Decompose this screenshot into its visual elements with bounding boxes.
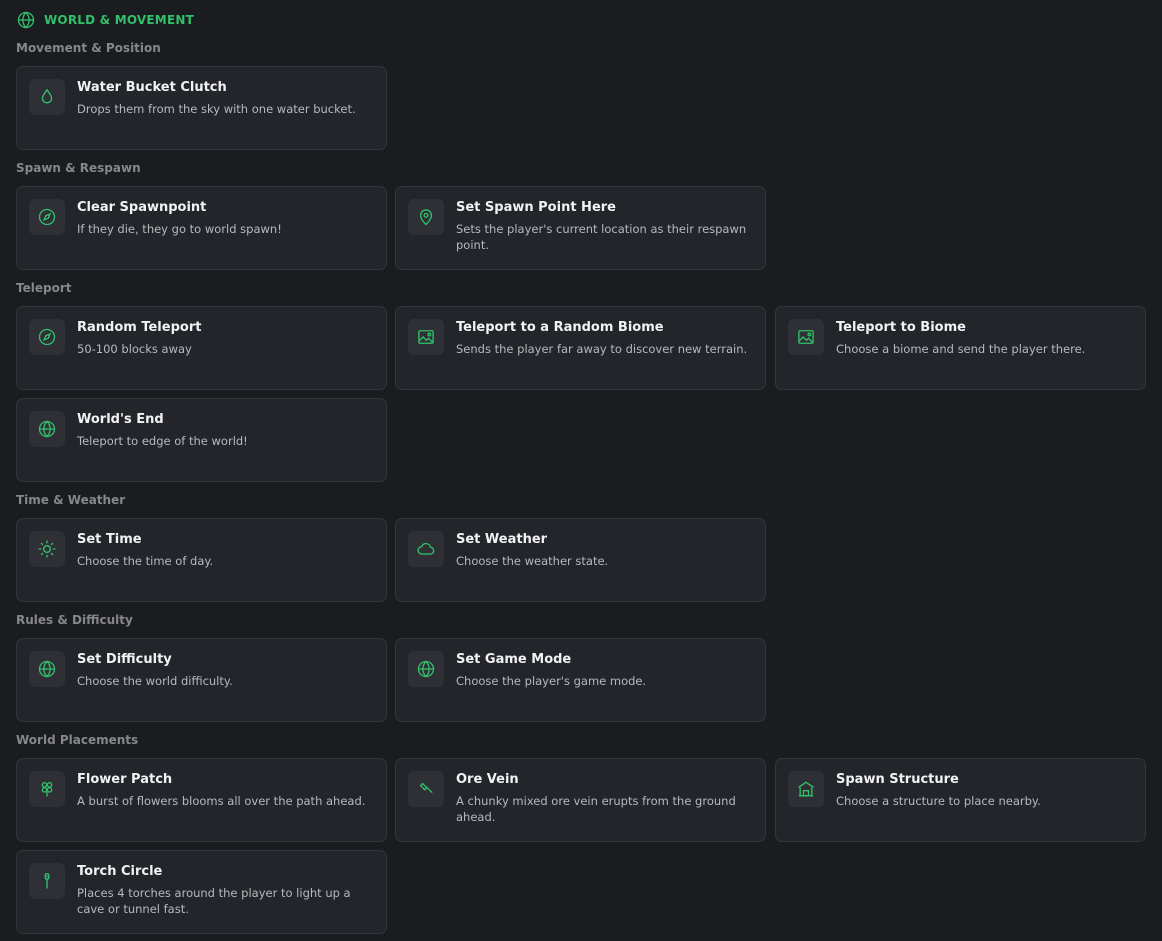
- compass-icon: [29, 199, 65, 235]
- droplet-icon: [29, 79, 65, 115]
- card-description: A chunky mixed ore vein erupts from the …: [456, 794, 736, 824]
- card-description: Sets the player's current location as th…: [456, 222, 747, 252]
- sun-icon: [29, 531, 65, 567]
- section-label-time-weather: Time & Weather: [16, 493, 126, 507]
- flower-icon: [29, 771, 65, 807]
- card-description: Choose the weather state.: [456, 554, 609, 568]
- page-title: WORLD & MOVEMENT: [44, 13, 194, 27]
- card-torch-circle[interactable]: Torch Circle Places 4 torches around the…: [16, 850, 387, 934]
- card-title: Flower Patch: [77, 772, 173, 787]
- card-ore-vein[interactable]: Ore Vein A chunky mixed ore vein erupts …: [395, 758, 766, 842]
- card-clear-spawnpoint[interactable]: Clear Spawnpoint If they die, they go to…: [16, 186, 387, 270]
- pickaxe-icon: [408, 771, 444, 807]
- house-icon: [788, 771, 824, 807]
- globe-icon: [29, 411, 65, 447]
- section-label-world-placements: World Placements: [16, 733, 139, 747]
- globe-icon: [29, 651, 65, 687]
- cloud-icon: [408, 531, 444, 567]
- card-description: 50-100 blocks away: [77, 342, 192, 356]
- card-set-weather[interactable]: Set Weather Choose the weather state.: [395, 518, 766, 602]
- world-movement-panel: WORLD & MOVEMENT Movement & Position Wat…: [0, 0, 1162, 941]
- card-set-spawn-point-here[interactable]: Set Spawn Point Here Sets the player's c…: [395, 186, 766, 270]
- card-teleport-to-biome[interactable]: Teleport to Biome Choose a biome and sen…: [775, 306, 1146, 390]
- card-description: Sends the player far away to discover ne…: [456, 342, 748, 356]
- image-icon: [788, 319, 824, 355]
- card-title: Water Bucket Clutch: [77, 80, 227, 95]
- card-teleport-random-biome[interactable]: Teleport to a Random Biome Sends the pla…: [395, 306, 766, 390]
- card-description: A burst of flowers blooms all over the p…: [77, 794, 366, 808]
- card-water-bucket-clutch[interactable]: Water Bucket Clutch Drops them from the …: [16, 66, 387, 150]
- compass-icon: [29, 319, 65, 355]
- card-description: Teleport to edge of the world!: [77, 434, 248, 448]
- card-set-difficulty[interactable]: Set Difficulty Choose the world difficul…: [16, 638, 387, 722]
- card-title: Random Teleport: [77, 320, 202, 335]
- card-flower-patch[interactable]: Flower Patch A burst of flowers blooms a…: [16, 758, 387, 842]
- card-title: Torch Circle: [77, 864, 163, 879]
- section-header: WORLD & MOVEMENT: [16, 9, 194, 31]
- card-random-teleport[interactable]: Random Teleport 50-100 blocks away: [16, 306, 387, 390]
- section-label-rules: Rules & Difficulty: [16, 613, 133, 627]
- card-description: Choose the time of day.: [77, 554, 214, 568]
- section-label-teleport: Teleport: [16, 281, 72, 295]
- globe-icon: [408, 651, 444, 687]
- card-title: Set Time: [77, 532, 142, 547]
- card-title: Set Spawn Point Here: [456, 200, 616, 215]
- card-set-game-mode[interactable]: Set Game Mode Choose the player's game m…: [395, 638, 766, 722]
- card-description: Choose the world difficulty.: [77, 674, 233, 688]
- map-pin-icon: [408, 199, 444, 235]
- card-title: Set Weather: [456, 532, 548, 547]
- card-title: World's End: [77, 412, 164, 427]
- card-description: Choose a biome and send the player there…: [836, 342, 1086, 356]
- card-description: Choose the player's game mode.: [456, 674, 647, 688]
- torch-icon: [29, 863, 65, 899]
- card-title: Teleport to a Random Biome: [456, 320, 664, 335]
- card-title: Teleport to Biome: [836, 320, 966, 335]
- card-title: Clear Spawnpoint: [77, 200, 207, 215]
- section-label-spawn: Spawn & Respawn: [16, 161, 141, 175]
- card-title: Set Game Mode: [456, 652, 572, 667]
- card-title: Set Difficulty: [77, 652, 172, 667]
- card-description: If they die, they go to world spawn!: [77, 222, 282, 236]
- section-label-movement: Movement & Position: [16, 41, 161, 55]
- card-spawn-structure[interactable]: Spawn Structure Choose a structure to pl…: [775, 758, 1146, 842]
- card-description: Places 4 torches around the player to li…: [77, 886, 351, 916]
- image-icon: [408, 319, 444, 355]
- globe-icon: [16, 10, 36, 30]
- card-description: Choose a structure to place nearby.: [836, 794, 1041, 808]
- card-title: Spawn Structure: [836, 772, 959, 787]
- card-title: Ore Vein: [456, 772, 519, 787]
- card-worlds-end[interactable]: World's End Teleport to edge of the worl…: [16, 398, 387, 482]
- card-description: Drops them from the sky with one water b…: [77, 102, 356, 116]
- card-set-time[interactable]: Set Time Choose the time of day.: [16, 518, 387, 602]
